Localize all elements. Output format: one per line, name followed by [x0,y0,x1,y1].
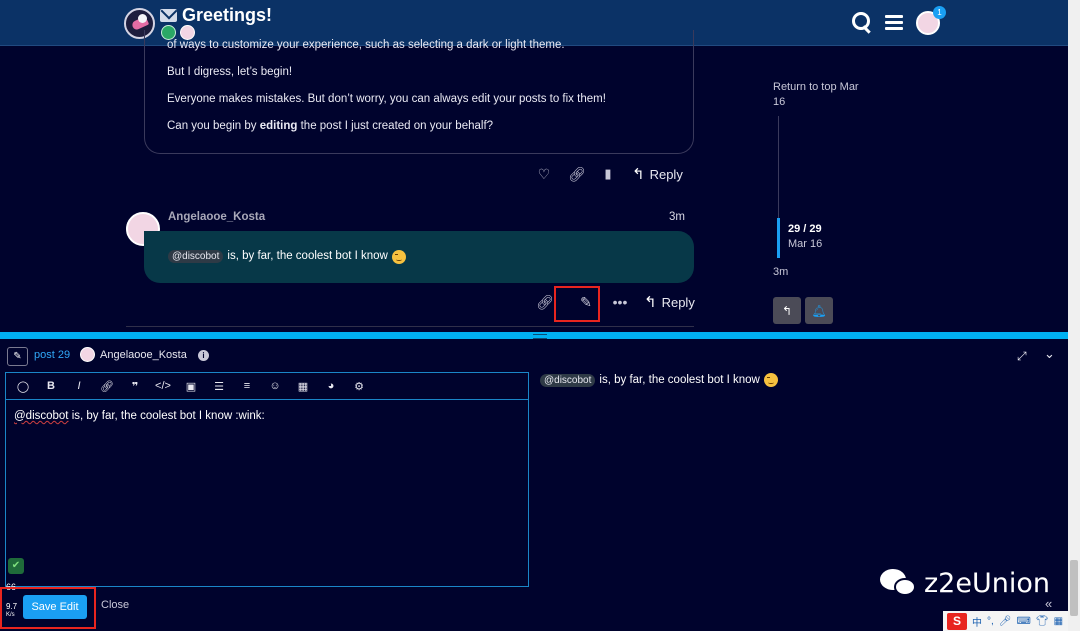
blockquote-icon[interactable]: ❞ [126,380,144,393]
post-bubble-user: @discobot is, by far, the coolest bot I … [144,231,694,283]
post-divider [126,326,694,327]
numbered-list-icon[interactable]: ≡ [238,380,256,392]
preview-body: is, by far, the coolest bot I know [599,374,760,386]
prompt-bold: editing [259,120,298,132]
punctuation-icon[interactable]: °, [987,616,994,627]
notification-badge: 1 [933,6,946,19]
search-icon[interactable] [852,12,872,34]
post-time[interactable]: 3m [669,211,685,223]
ime-tray: S 中 °, 🎤︎ ⌨ 👕︎ ▦ [943,611,1068,631]
chevron-down-icon[interactable]: ⌄ [1044,346,1055,362]
link-icon[interactable]: 🔗︎ [568,166,586,183]
security-shield-icon[interactable]: ✔ [8,558,24,574]
sogou-ime-icon[interactable]: S [947,612,967,630]
bullet-list-icon[interactable]: ☰ [210,380,228,393]
post-paragraph: Everyone makes mistakes. But don’t worry… [167,93,606,105]
timeline-return-to-top[interactable]: Return to top Mar 16 [773,80,873,110]
lang-indicator[interactable]: 中 [972,614,982,629]
timeline-scroller-handle[interactable] [777,218,780,258]
mention-chip[interactable]: @discobot [168,250,224,263]
post-bubble-discobot: of ways to customize your experience, su… [144,30,694,154]
composer-user-avatar [80,347,95,362]
wechat-logo-icon [880,568,918,599]
post-reference-link[interactable]: post 29 [34,349,70,361]
wink-emoji-icon [391,250,406,264]
quote-bubble-icon[interactable]: ◯ [14,380,32,393]
grid-menu-icon[interactable]: ▦ [1054,616,1063,627]
reply-icon: ↰ [632,166,645,183]
emoji-icon[interactable]: ☺ [266,380,284,392]
gear-icon[interactable]: ⚙ [350,380,368,393]
bookmark-icon[interactable]: ▮ [600,166,616,182]
post-paragraph: But I digress, let’s begin! [167,66,293,78]
bold-icon[interactable]: B [42,380,60,392]
reply-button[interactable]: ↰ Reply [644,293,695,311]
post-1-actions: ♡ 🔗︎ ▮ ↰ Reply [536,165,683,184]
code-icon[interactable]: </> [154,380,172,392]
italic-icon[interactable]: I [70,380,88,392]
pencil-icon: ✎ [7,347,28,366]
wink-emoji-icon [763,373,778,387]
post-paragraph: of ways to customize your experience, su… [167,39,565,51]
composer-preview: @discobot is, by far, the coolest bot I … [540,373,778,387]
image-upload-icon[interactable]: ▣ [182,380,200,393]
post-body: is, by far, the coolest bot I know [227,250,388,262]
more-options-icon[interactable]: ••• [612,294,628,310]
prompt-text: Can you begin by [167,120,260,132]
keyboard-icon[interactable]: ⌨ [1016,616,1030,627]
timeline-latest[interactable]: 3m [773,266,788,278]
scrollbar-thumb[interactable] [1070,560,1078,616]
reply-label: Reply [649,166,683,182]
post-author-name[interactable]: Angelaooe_Kosta [168,211,265,223]
composer-username: Angelaooe_Kosta [100,349,187,361]
reply-icon: ↰ [644,294,657,311]
shirt-skin-icon[interactable]: 👕︎ [1036,616,1049,627]
composer-editor: ◯ B I 🔗︎ ❞ </> ▣ ☰ ≡ ☺ ▦ ◕ ⚙ @discobot i… [5,372,529,587]
editor-textarea[interactable]: @discobot is, by far, the coolest bot I … [6,400,528,432]
hamburger-menu-icon[interactable] [885,15,903,31]
link-icon[interactable]: 🔗︎ [536,294,554,311]
highlight-box-edit [554,286,600,322]
bell-icon: 🔔︎ [811,303,827,318]
info-icon[interactable]: i [198,350,209,361]
heart-icon[interactable]: ♡ [536,166,552,183]
post-paragraph-edit-prompt: Can you begin by editing the post I just… [167,120,671,132]
editor-toolbar: ◯ B I 🔗︎ ❞ </> ▣ ☰ ≡ ☺ ▦ ◕ ⚙ [6,373,528,400]
reply-label: Reply [661,294,695,310]
close-composer-link[interactable]: Close [101,599,129,611]
microphone-icon[interactable]: 🎤︎ [999,616,1012,627]
calendar-icon[interactable]: ▦ [294,380,312,393]
envelope-icon [160,9,177,22]
notification-bell-button[interactable]: 🔔︎ [805,297,833,324]
fullscreen-expand-icon[interactable]: ⤢ [1017,349,1027,364]
topic-title[interactable]: Greetings! [182,5,272,26]
link-icon[interactable]: 🔗︎ [98,380,116,393]
palette-icon[interactable]: ◕ [322,380,340,392]
watermark-text: z2eUnion [924,568,1050,599]
current-user-avatar[interactable]: 1 [916,6,946,35]
page-scrollbar[interactable] [1068,0,1080,631]
timeline-count: 29 / 29 [788,223,822,235]
reply-icon: ↰ [781,303,793,318]
wechat-watermark: z2eUnion [880,568,1050,599]
double-chevron-left-icon[interactable]: « [1045,596,1052,611]
preview-mention-chip[interactable]: @discobot [540,373,596,387]
prompt-text: the post I just created on your behalf? [297,120,494,132]
editor-mention-text: @discobot [14,410,69,422]
editor-body-text: is, by far, the coolest bot I know :wink… [68,410,265,422]
highlight-box-save [0,587,96,629]
timeline-reply-button[interactable]: ↰ [773,297,801,324]
topic-title-wrap: Greetings! [160,5,272,26]
timeline-date: Mar 16 [788,238,823,250]
reply-button[interactable]: ↰ Reply [632,165,683,183]
composer-resize-grip[interactable] [0,332,1080,339]
header-icons: 1 [852,6,946,35]
